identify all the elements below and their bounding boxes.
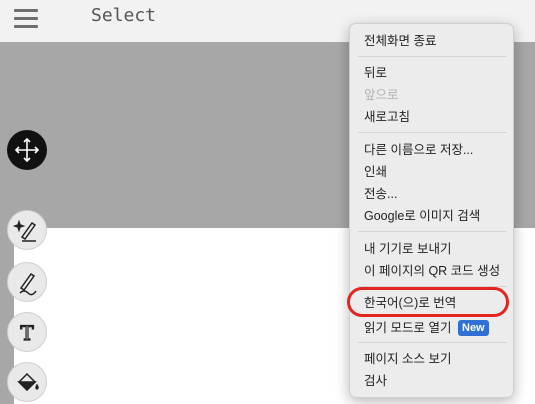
- menu-separator: [358, 342, 507, 343]
- move-tool-button[interactable]: [7, 130, 47, 170]
- menu-item-reading-mode[interactable]: 읽기 모드로 열기: [364, 320, 451, 336]
- move-icon: [14, 137, 40, 163]
- hamburger-menu-icon[interactable]: [14, 9, 38, 29]
- pen-tool-button[interactable]: [7, 262, 47, 302]
- menu-item-view-source[interactable]: 페이지 소스 보기: [364, 351, 451, 367]
- fill-bucket-icon: [17, 372, 39, 392]
- menu-separator: [358, 132, 507, 133]
- menu-item-send-to-devices[interactable]: 내 기기로 보내기: [364, 241, 451, 257]
- magic-pen-tool-button[interactable]: [7, 210, 47, 250]
- menu-separator: [358, 231, 507, 232]
- highlight-annotation: [347, 287, 509, 317]
- menu-item-qr-code[interactable]: 이 페이지의 QR 코드 생성: [364, 263, 500, 279]
- mode-label: Select: [91, 5, 157, 26]
- magic-pen-icon: [12, 219, 37, 242]
- menu-item-back[interactable]: 뒤로: [364, 65, 387, 81]
- fill-tool-button[interactable]: [7, 362, 47, 402]
- menu-item-search-images[interactable]: Google로 이미지 검색: [364, 208, 480, 224]
- text-tool-icon: T: [20, 320, 35, 345]
- menu-item-print[interactable]: 인쇄: [364, 164, 387, 180]
- menu-item-exit-fullscreen[interactable]: 전체화면 종료: [364, 33, 436, 49]
- menu-item-inspect[interactable]: 검사: [364, 373, 387, 389]
- menu-item-save-as[interactable]: 다른 이름으로 저장...: [364, 142, 473, 158]
- menu-item-reload[interactable]: 새로고침: [364, 109, 410, 125]
- context-menu: 전체화면 종료 뒤로 앞으로 새로고침 다른 이름으로 저장... 인쇄 전송.…: [349, 23, 514, 398]
- menu-item-forward: 앞으로: [364, 88, 399, 102]
- svg-text:T: T: [20, 321, 34, 345]
- text-tool-button[interactable]: T: [7, 312, 47, 352]
- menu-item-cast[interactable]: 전송...: [364, 186, 397, 202]
- pen-icon: [19, 272, 37, 296]
- menu-separator: [358, 56, 507, 57]
- new-badge: New: [458, 320, 489, 336]
